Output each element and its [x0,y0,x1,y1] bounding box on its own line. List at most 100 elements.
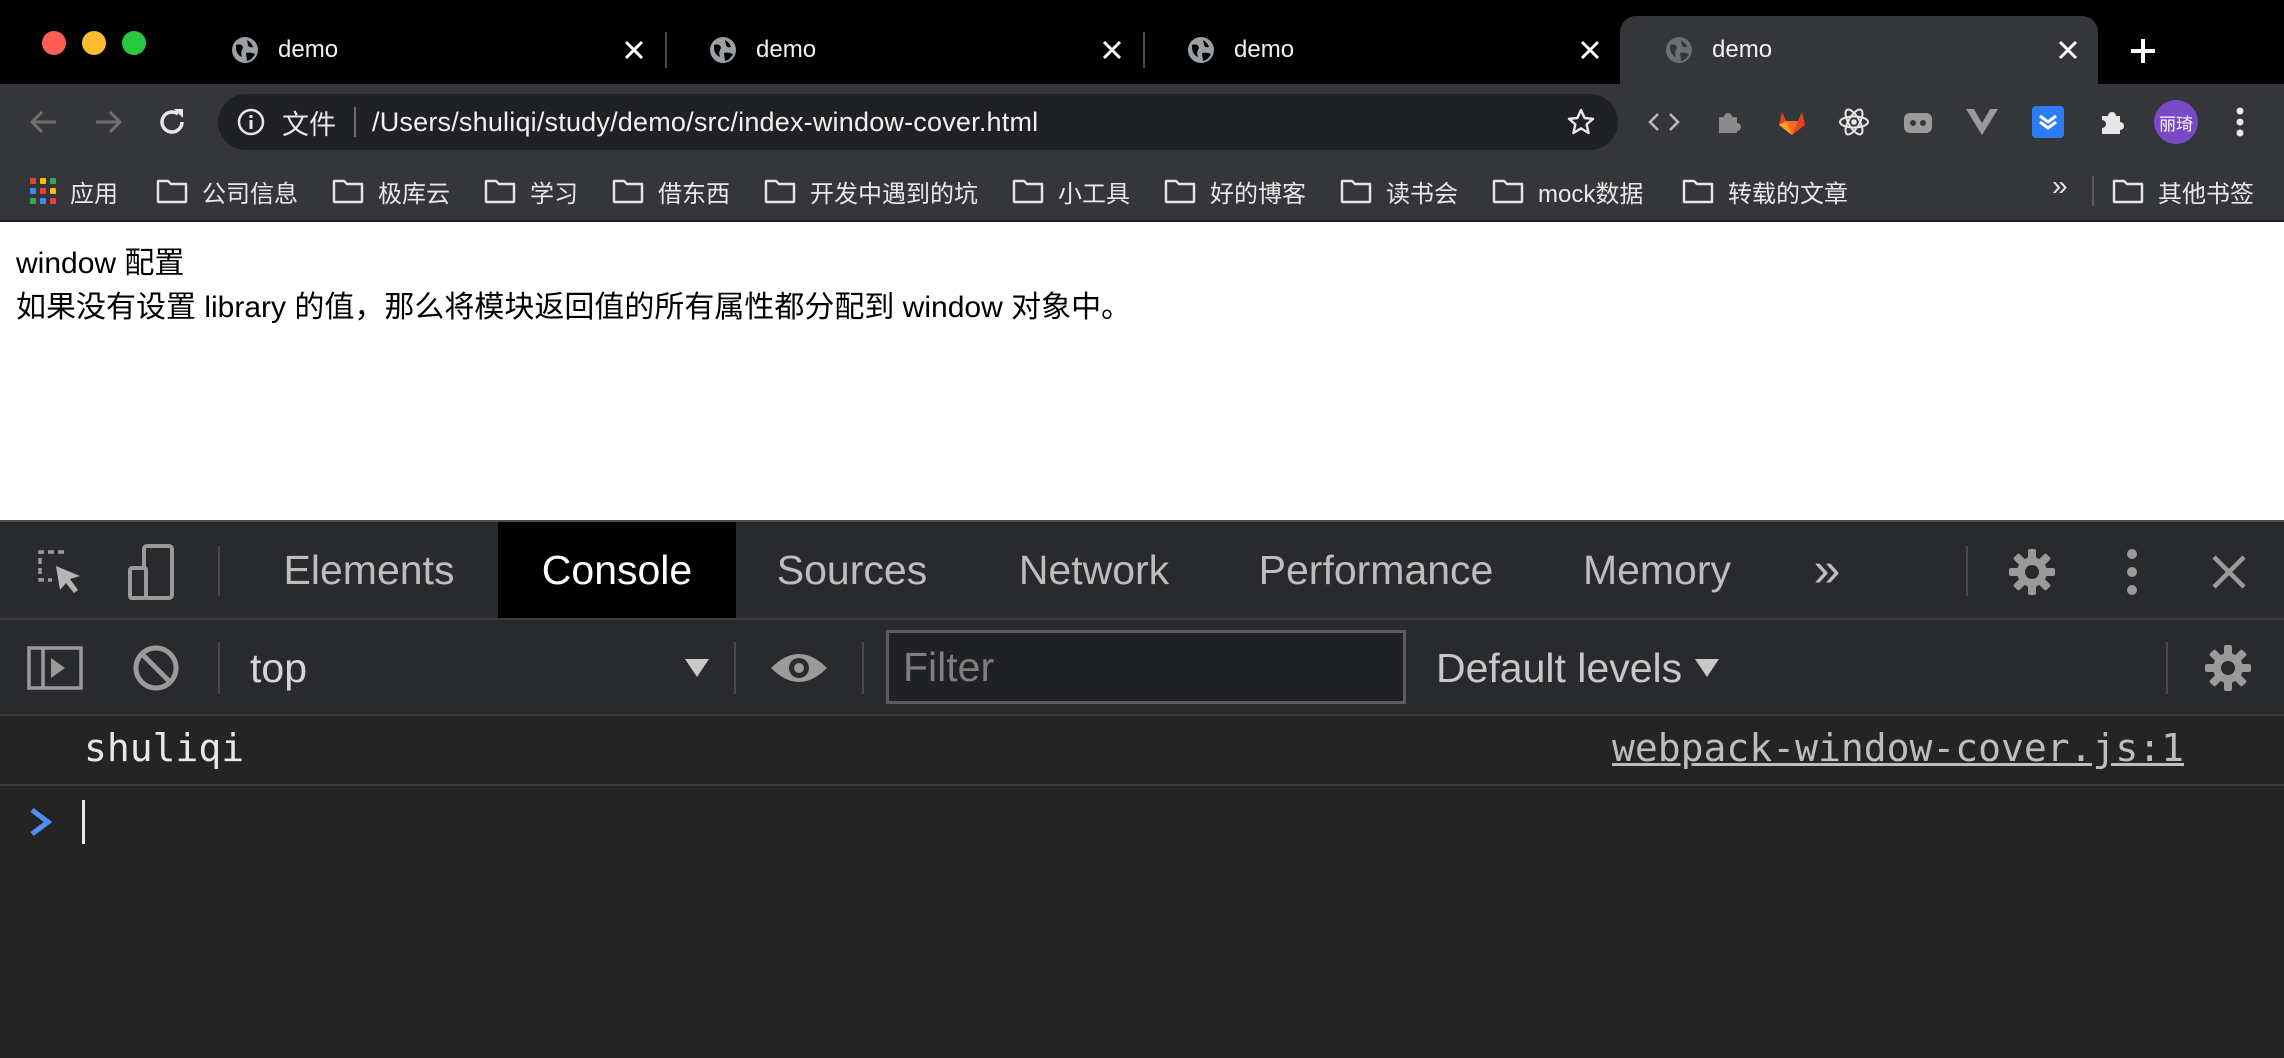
context-value: top [250,644,307,691]
apps-grid-icon [30,178,56,204]
close-devtools-icon[interactable] [2204,544,2254,600]
tab-title: demo [1712,36,1773,63]
tab-performance[interactable]: Performance [1238,522,1514,618]
bookmark-folder-5[interactable]: 开发中遇到的坑 [764,170,978,212]
show-sidebar-icon[interactable] [26,642,84,694]
tab-memory[interactable]: Memory [1568,522,1746,618]
bookmark-folder-9[interactable]: mock数据 [1492,170,1643,212]
page-description: 如果没有设置 library 的值，那么将模块返回值的所有属性都分配到 wind… [16,291,1132,324]
bookmark-label: 转载的文章 [1728,180,1848,208]
bookmark-label: 开发中遇到的坑 [810,180,978,208]
bookmark-folder-4[interactable]: 借东西 [612,170,730,212]
bookmark-folder-7[interactable]: 好的博客 [1164,170,1306,212]
arrow-left-icon [29,110,56,134]
folder-icon [1012,179,1044,204]
filter-input[interactable] [903,643,1403,691]
tab-title: demo [278,36,339,63]
console-bar-separator [2166,642,2168,694]
back-button[interactable] [22,100,66,144]
tab-4-active[interactable]: demo [1620,16,2098,84]
console-bar-separator [218,642,220,694]
folder-icon [1492,179,1524,204]
minimize-window-button[interactable] [82,31,106,55]
reload-icon [160,109,184,134]
tab-console[interactable]: Console [498,522,736,618]
vue-devtools-icon[interactable] [1962,102,2002,142]
customize-menu-icon[interactable] [2114,544,2150,600]
bookmark-label: 好的博客 [1210,180,1306,208]
tab-network[interactable]: Network [994,522,1194,618]
folder-icon [332,179,364,204]
browser-toolbar: 文件 /Users/shuliqi/study/demo/src/index-w… [0,84,2284,160]
console-message-source-link[interactable]: webpack-window-cover.js:1 [1612,726,2184,770]
tab-1[interactable]: demo [186,16,664,84]
bookmark-label: 极库云 [378,180,450,208]
address-bar[interactable]: 文件 /Users/shuliqi/study/demo/src/index-w… [218,94,1618,150]
tab-strip: demo demo demo demo [0,0,2284,84]
bookmark-folder-6[interactable]: 小工具 [1012,170,1130,212]
console-message-row: shuliqi webpack-window-cover.js:1 [0,716,2284,786]
bookmark-folder-10[interactable]: 转载的文章 [1682,170,1848,212]
info-icon[interactable] [236,107,266,137]
close-tab-icon[interactable] [616,32,652,68]
console-settings-gear-icon[interactable] [2200,642,2256,694]
bookmark-label: 公司信息 [202,180,298,208]
tab-3[interactable]: demo [1142,16,1620,84]
tab-sources[interactable]: Sources [752,522,952,618]
bookmarks-bar: 应用 公司信息 极库云 学习 借东西 开发中遇到的坑 小工具 好的博客 读书会 … [0,160,2284,222]
new-tab-button[interactable] [2120,28,2166,74]
filter-box[interactable] [886,630,1406,704]
react-devtools-icon[interactable] [1834,102,1874,142]
folder-icon [2112,179,2144,204]
reload-button[interactable] [150,100,194,144]
bookmark-star-icon[interactable] [1564,105,1598,139]
gitlab-extension-icon[interactable] [1772,102,1812,142]
code-extension-icon[interactable] [1644,102,1684,142]
scheme-label: 文件 [282,109,336,140]
close-tab-icon[interactable] [1572,32,1608,68]
tab-bar-separator [218,546,220,596]
inspect-element-icon[interactable] [30,544,90,600]
globe-icon [1188,37,1214,63]
console-input-caret[interactable] [82,800,85,844]
tab-title: demo [1234,36,1295,63]
triangle-down-icon [1695,659,1720,677]
forward-button[interactable] [86,100,130,144]
close-tab-icon[interactable] [2050,32,2086,68]
bookmark-folder-1[interactable]: 公司信息 [156,170,298,212]
zoom-window-button[interactable] [122,31,146,55]
bookmarks-overflow-button[interactable]: » [2052,170,2068,202]
puzzle-gray-extension-icon[interactable] [1708,102,1748,142]
folder-icon [764,179,796,204]
clear-console-icon[interactable] [130,642,182,694]
folder-icon [612,179,644,204]
cat-extension-icon[interactable] [1898,102,1938,142]
bookmark-folder-8[interactable]: 读书会 [1340,170,1458,212]
bookmark-folder-3[interactable]: 学习 [484,170,578,212]
bookmark-other[interactable]: 其他书签 [2112,170,2254,212]
close-window-button[interactable] [42,31,66,55]
close-tab-icon[interactable] [1094,32,1130,68]
more-tabs-button[interactable]: » [1792,522,1862,618]
tab-title: demo [756,36,817,63]
live-expression-eye-icon[interactable] [766,644,832,692]
bookmark-apps[interactable]: 应用 [30,170,118,212]
execution-context-select[interactable]: top [250,642,710,694]
bookmark-label: 小工具 [1058,180,1130,208]
extensions-puzzle-icon[interactable] [2092,102,2132,142]
tab-bar-separator [1966,546,1968,596]
save-to-app-extension-icon[interactable] [2028,102,2068,142]
console-prompt-chevron-icon [30,808,53,836]
url-text[interactable]: /Users/shuliqi/study/demo/src/index-wind… [372,107,1564,138]
tab-elements[interactable]: Elements [256,522,482,618]
more-vertical-icon[interactable] [2220,102,2260,142]
bookmark-label: 借东西 [658,180,730,208]
log-levels-dropdown[interactable]: Default levels [1436,642,1720,694]
device-toolbar-icon[interactable] [122,544,182,600]
bookmark-folder-2[interactable]: 极库云 [332,170,450,212]
console-message-text[interactable]: shuliqi [84,726,244,770]
tab-2[interactable]: demo [664,16,1142,84]
settings-gear-icon[interactable] [2004,544,2060,600]
profile-avatar[interactable]: 丽琦 [2154,100,2198,144]
page-heading: window 配置 [16,247,185,280]
